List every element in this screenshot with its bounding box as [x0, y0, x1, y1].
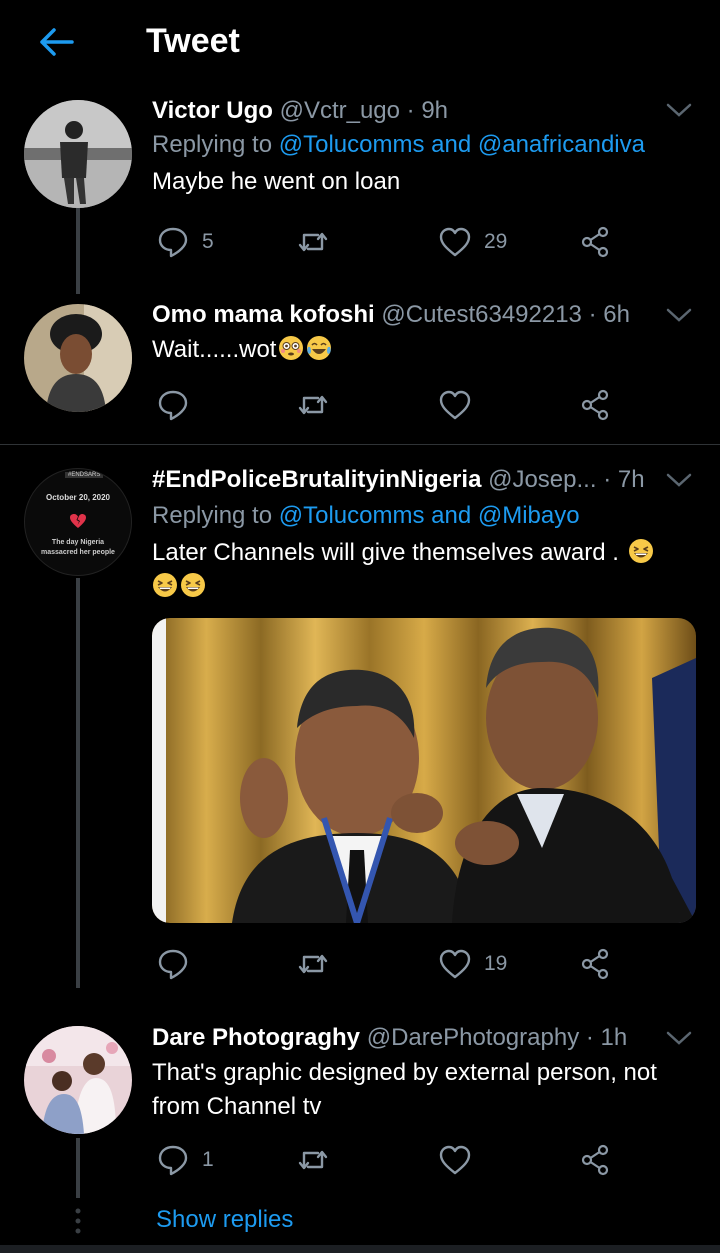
share-button[interactable] [578, 944, 612, 984]
author-handle: @Cutest63492213 [381, 301, 582, 328]
like-count: 29 [484, 230, 508, 253]
reply-button[interactable]: 1 [156, 1140, 214, 1180]
author-handle: @Vctr_ugo [279, 97, 400, 124]
tweet-header: Dare Photograghy @DarePhotography · 1h [152, 1022, 696, 1054]
arrow-left-icon[interactable] [36, 22, 76, 62]
like-button[interactable] [438, 1140, 472, 1180]
heart-icon [439, 227, 471, 257]
reply-button[interactable]: 5 [156, 222, 214, 262]
retweet-icon [298, 954, 328, 974]
avatar[interactable] [24, 100, 132, 208]
author-handle: @DarePhotography [366, 1024, 580, 1051]
divider [0, 444, 720, 445]
share-icon [581, 226, 609, 258]
avatar-tag: #ENDSARS [65, 472, 104, 478]
tweet-text: Maybe he went on loan [152, 168, 401, 195]
like-button[interactable]: 19 [438, 944, 507, 984]
thread-line [76, 578, 80, 988]
author-name[interactable]: Victor Ugo [152, 97, 273, 124]
author-name[interactable]: Omo mama kofoshi [152, 301, 375, 328]
retweet-icon [298, 232, 328, 252]
author-handle: @Josep... [488, 466, 597, 493]
show-replies-link[interactable]: Show replies [156, 1206, 293, 1234]
share-button[interactable] [578, 222, 612, 262]
tweet-body: #EndPoliceBrutalityinNigeria @Josep... ·… [152, 464, 696, 604]
tweet-body: Omo mama kofoshi @Cutest63492213 · 6h Wa… [152, 299, 696, 367]
like-button[interactable]: 29 [438, 222, 507, 262]
retweet-button[interactable] [296, 385, 330, 425]
tweet-body: Victor Ugo @Vctr_ugo · 9h Replying to @T… [152, 95, 696, 199]
tweet-header: #EndPoliceBrutalityinNigeria @Josep... ·… [152, 464, 696, 496]
tweet-actions: 19 [152, 944, 622, 984]
tweet-header: Omo mama kofoshi @Cutest63492213 · 6h [152, 299, 696, 331]
thread-line [76, 1138, 80, 1198]
flushed-face-emoji-icon [279, 336, 304, 360]
tweet-text-content: Later Channels will give themselves awar… [152, 539, 619, 566]
replying-to-label: Replying to [152, 131, 279, 158]
replying-to: Replying to @Tolucomms and @anafricandiv… [152, 129, 696, 161]
tweet-media-image[interactable] [152, 618, 696, 923]
retweet-button[interactable] [296, 1140, 330, 1180]
grinning-squinting-emoji-icon [153, 573, 177, 597]
tweet-text-content: Wait......wot [152, 336, 277, 363]
retweet-icon [298, 1150, 328, 1170]
like-button[interactable] [438, 385, 472, 425]
reply-count: 5 [202, 230, 214, 253]
avatar[interactable] [24, 304, 132, 412]
tweet-time: · 6h [588, 301, 630, 328]
top-bar: Tweet [0, 0, 720, 92]
avatar[interactable]: #ENDSARS October 20, 2020 The day Nigeri… [24, 468, 132, 576]
page-title: Tweet [146, 22, 240, 60]
avatar-caption-2: massacred her people [41, 549, 115, 556]
avatar-caption-1: The day Nigeria [51, 539, 105, 546]
tweet-actions: 1 [152, 1140, 622, 1180]
reply-icon [158, 390, 188, 421]
reply-icon [158, 949, 188, 980]
share-icon [581, 389, 609, 421]
share-icon [581, 1144, 609, 1176]
tweet-text: That's graphic designed by external pers… [152, 1059, 657, 1120]
grinning-squinting-emoji-icon [628, 539, 653, 563]
thread-line [76, 208, 80, 294]
avatar[interactable] [24, 1026, 132, 1134]
reply-button[interactable] [156, 944, 202, 984]
bottom-edge [0, 1245, 720, 1253]
retweet-button[interactable] [296, 222, 330, 262]
reply-icon [158, 1145, 188, 1176]
tweet-body: Dare Photograghy @DarePhotography · 1h T… [152, 1022, 696, 1124]
reply-count: 1 [202, 1148, 214, 1171]
like-count: 19 [484, 952, 508, 975]
share-button[interactable] [578, 385, 612, 425]
retweet-button[interactable] [296, 944, 330, 984]
heart-icon [439, 390, 471, 420]
tweet-text: Wait......wot [152, 333, 696, 367]
tweet-actions: 5 29 [152, 222, 622, 262]
more-replies-dots-icon [75, 1208, 81, 1234]
tweet-time: · 9h [406, 97, 449, 124]
grinning-squinting-emoji-icon [181, 573, 205, 597]
tears-of-joy-emoji-icon [307, 336, 332, 360]
share-icon [581, 948, 609, 980]
heart-icon [439, 949, 471, 979]
reply-icon [158, 227, 188, 258]
reply-mentions[interactable]: @Tolucomms and @Mibayo [279, 502, 580, 529]
broken-heart-icon [70, 514, 86, 528]
author-name[interactable]: #EndPoliceBrutalityinNigeria [152, 466, 481, 493]
avatar-date: October 20, 2020 [45, 493, 111, 502]
share-button[interactable] [578, 1140, 612, 1180]
replying-to: Replying to @Tolucomms and @Mibayo [152, 500, 696, 532]
tweet-time: · 1h [585, 1024, 628, 1051]
author-name[interactable]: Dare Photograghy [152, 1024, 360, 1051]
tweet-header: Victor Ugo @Vctr_ugo · 9h [152, 95, 696, 127]
heart-icon [439, 1145, 471, 1175]
reply-button[interactable] [156, 385, 202, 425]
reply-mentions[interactable]: @Tolucomms and @anafricandiva [279, 131, 645, 158]
retweet-icon [298, 395, 328, 415]
tweet-actions [152, 385, 622, 425]
tweet-text: Later Channels will give themselves awar… [152, 536, 696, 604]
replying-to-label: Replying to [152, 502, 279, 529]
tweet-time: · 7h [603, 466, 645, 493]
